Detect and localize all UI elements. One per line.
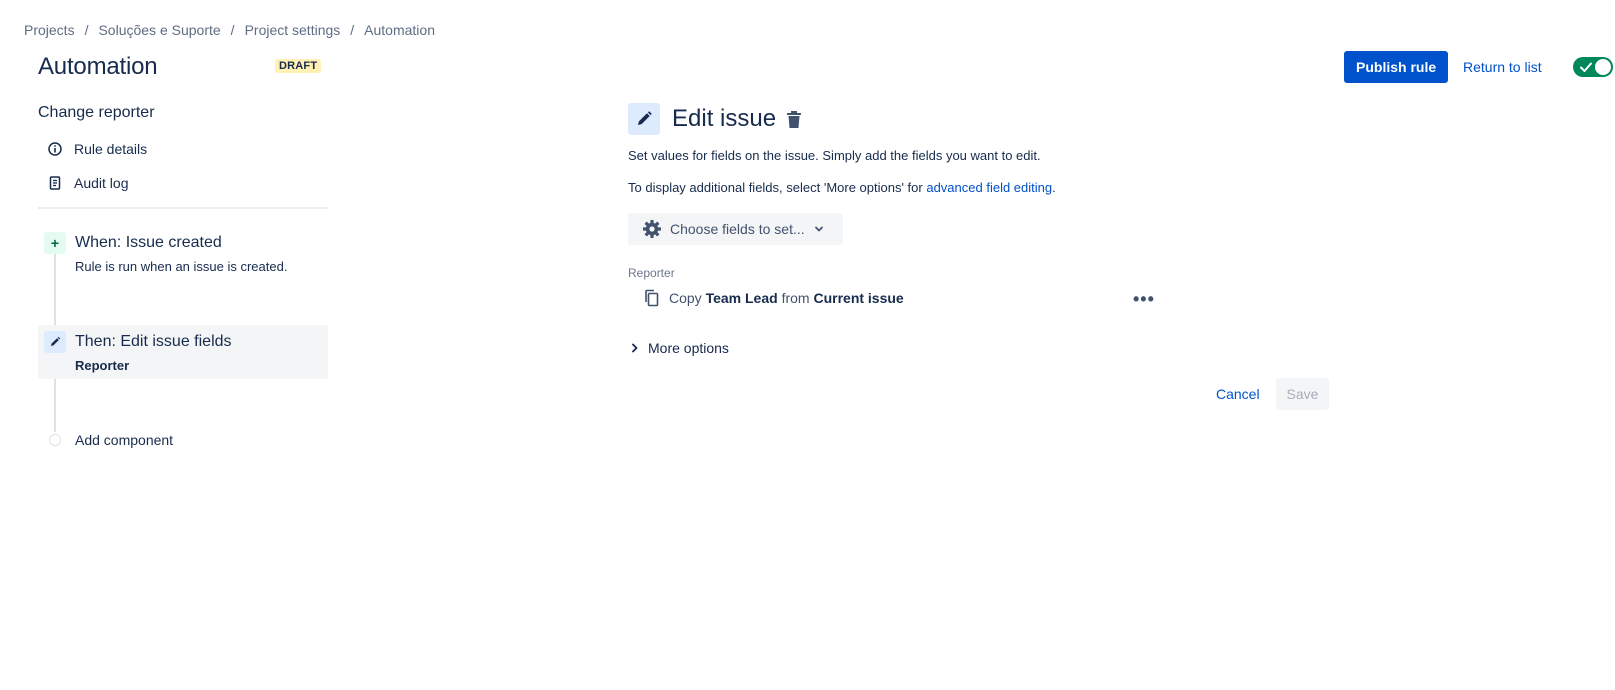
chevron-down-icon xyxy=(813,223,825,235)
rule-enabled-toggle[interactable] xyxy=(1573,57,1613,77)
publish-rule-button[interactable]: Publish rule xyxy=(1344,51,1449,83)
breadcrumb: Projects / Soluções e Suporte / Project … xyxy=(24,22,435,38)
field-label-reporter: Reporter xyxy=(628,266,675,280)
sidebar-item-audit-log[interactable]: Audit log xyxy=(48,175,128,191)
sidebar-divider xyxy=(38,207,328,209)
sidebar-item-label: Audit log xyxy=(74,175,129,191)
trigger-title: When: Issue created xyxy=(75,234,222,251)
page-title: Automation xyxy=(38,53,158,80)
trigger-subtitle: Rule is run when an issue is created. xyxy=(75,259,288,274)
trash-icon[interactable] xyxy=(785,110,803,130)
add-component-button[interactable]: Add component xyxy=(75,432,173,448)
action-title: Then: Edit issue fields xyxy=(75,333,232,350)
copy-icon xyxy=(643,289,661,307)
document-icon xyxy=(48,176,62,190)
choose-fields-label: Choose fields to set... xyxy=(670,221,805,237)
breadcrumb-separator: / xyxy=(350,22,355,38)
more-options-toggle[interactable]: More options xyxy=(630,340,729,356)
chevron-right-icon xyxy=(630,342,640,354)
breadcrumb-project-settings[interactable]: Project settings xyxy=(245,22,341,38)
advanced-field-editing-link[interactable]: advanced field editing xyxy=(926,180,1052,195)
add-component-dot xyxy=(49,434,61,446)
editor-title: Edit issue xyxy=(672,105,777,132)
choose-fields-dropdown[interactable]: Choose fields to set... xyxy=(628,213,843,245)
from-word: from xyxy=(781,290,810,306)
status-badge: DRAFT xyxy=(275,59,322,73)
more-options-label: More options xyxy=(648,340,729,356)
editor-note-text: To display additional fields, select 'Mo… xyxy=(628,180,927,195)
cancel-button[interactable]: Cancel xyxy=(1208,378,1268,410)
copy-word: Copy xyxy=(669,290,702,306)
info-icon xyxy=(48,142,62,156)
breadcrumb-projects[interactable]: Projects xyxy=(24,22,75,38)
source-field: Team Lead xyxy=(705,290,778,306)
pencil-icon xyxy=(44,331,66,353)
sidebar-item-rule-details[interactable]: Rule details xyxy=(48,141,147,157)
field-value-row: Copy Team Lead from Current issue xyxy=(643,289,904,307)
return-to-list-link[interactable]: Return to list xyxy=(1463,59,1542,75)
breadcrumb-separator: / xyxy=(230,22,235,38)
save-button[interactable]: Save xyxy=(1276,378,1329,410)
check-icon xyxy=(1580,62,1592,72)
breadcrumb-automation[interactable]: Automation xyxy=(364,22,435,38)
editor-note-suffix: . xyxy=(1052,180,1056,195)
action-subtitle: Reporter xyxy=(75,358,130,373)
source-issue: Current issue xyxy=(813,290,904,306)
pencil-icon xyxy=(628,103,660,135)
plus-icon: + xyxy=(44,232,66,254)
toggle-knob xyxy=(1595,59,1611,75)
breadcrumb-project[interactable]: Soluções e Suporte xyxy=(98,22,220,38)
breadcrumb-separator: / xyxy=(84,22,89,38)
sidebar-item-label: Rule details xyxy=(74,141,148,157)
more-actions-icon[interactable]: ••• xyxy=(1133,290,1155,308)
gear-icon xyxy=(642,219,662,239)
editor-note: To display additional fields, select 'Mo… xyxy=(628,180,1056,195)
rule-name: Change reporter xyxy=(38,104,155,121)
editor-description: Set values for fields on the issue. Simp… xyxy=(628,148,1041,163)
